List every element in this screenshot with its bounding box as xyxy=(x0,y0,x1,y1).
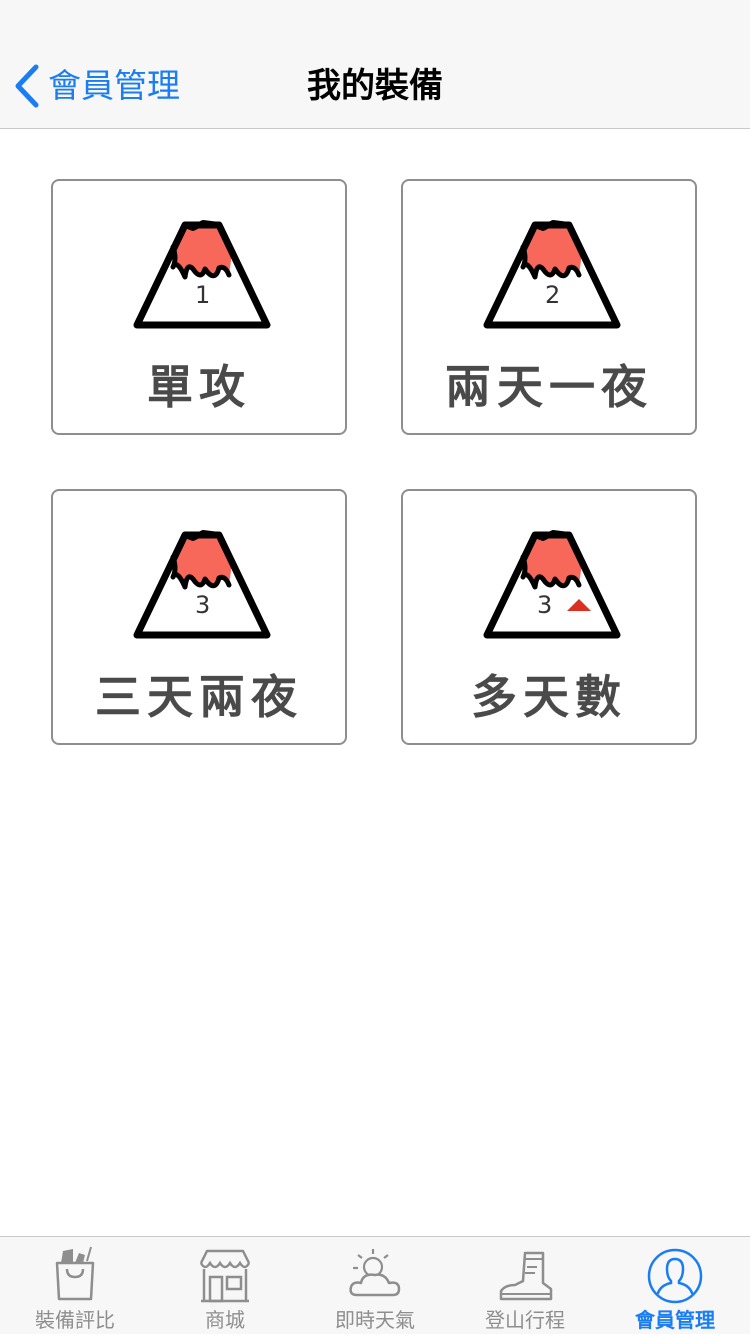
tab-bar: 裝備評比 商城 即時天氣 登山行程 會員管理 xyxy=(0,1236,750,1334)
mountain-icon: 1 xyxy=(133,220,271,329)
hiking-boot-icon xyxy=(499,1251,553,1301)
trip-card-two-days-one-night[interactable]: 2 兩天一夜 xyxy=(401,179,697,435)
weather-icon xyxy=(349,1249,401,1297)
tab-label: 會員管理 xyxy=(635,1308,715,1332)
card-label: 多天數 xyxy=(471,670,627,724)
navigation-bar: 會員管理 我的裝備 xyxy=(0,0,750,129)
tab-store[interactable]: 商城 xyxy=(150,1237,300,1334)
mountain-icon: 2 xyxy=(483,220,621,329)
difficulty-number: 1 xyxy=(195,281,210,309)
storefront-icon xyxy=(199,1249,251,1303)
my-equipment-screen: 會員管理 我的裝備 1 單攻 2 兩天一夜 3 三天兩夜 3 多天數 裝備評比 … xyxy=(0,0,750,1334)
trip-card-multi-day[interactable]: 3 多天數 xyxy=(401,489,697,745)
shopping-bag-icon xyxy=(55,1246,95,1301)
difficulty-number: 2 xyxy=(545,281,560,309)
tab-label: 商城 xyxy=(205,1308,245,1332)
page-title: 我的裝備 xyxy=(307,66,443,106)
tab-equipment-rating[interactable]: 裝備評比 xyxy=(0,1237,150,1334)
difficulty-number: 3 xyxy=(537,591,552,619)
tab-label: 登山行程 xyxy=(485,1308,565,1332)
trip-card-single-day[interactable]: 1 單攻 xyxy=(51,179,347,435)
card-label: 三天兩夜 xyxy=(95,670,303,724)
mountain-icon: 3 xyxy=(133,530,271,639)
tab-label: 裝備評比 xyxy=(35,1308,115,1332)
tab-hiking-itinerary[interactable]: 登山行程 xyxy=(450,1237,600,1334)
user-profile-icon xyxy=(647,1248,703,1304)
tab-label: 即時天氣 xyxy=(335,1308,415,1332)
tab-member-management[interactable]: 會員管理 xyxy=(600,1237,750,1334)
difficulty-number: 3 xyxy=(195,591,210,619)
card-label: 兩天一夜 xyxy=(445,360,653,414)
trip-card-three-days-two-nights[interactable]: 3 三天兩夜 xyxy=(51,489,347,745)
card-label: 單攻 xyxy=(147,360,251,414)
mountain-icon: 3 xyxy=(483,530,621,639)
tab-weather[interactable]: 即時天氣 xyxy=(300,1237,450,1334)
